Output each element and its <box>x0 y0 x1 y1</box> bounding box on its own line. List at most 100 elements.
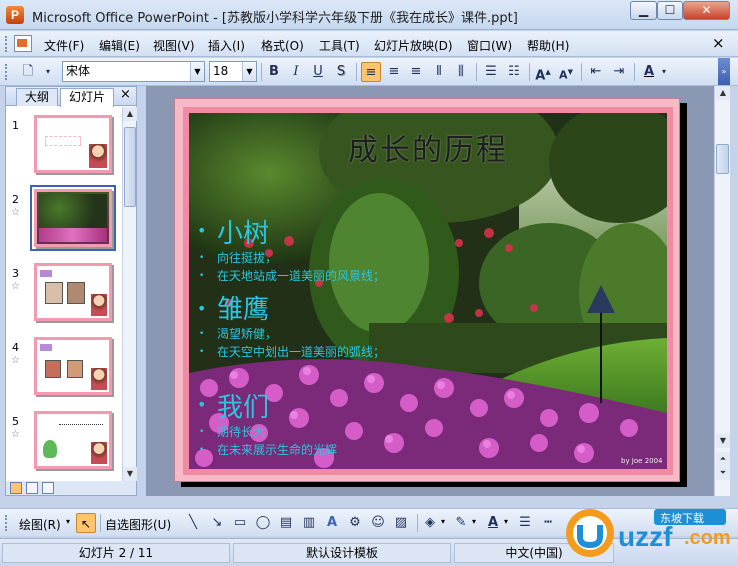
wordart-icon[interactable]: A <box>323 514 341 532</box>
decrease-font-size-icon[interactable]: A▼ <box>556 62 576 82</box>
slide-vertical-scrollbar[interactable]: ▲ ▼ ⏶ ⏷ <box>714 86 730 496</box>
fill-color-icon[interactable]: ◈ <box>421 514 439 532</box>
close-window-button[interactable]: ✕ <box>683 1 730 20</box>
text-shadow-button[interactable]: S <box>331 62 351 82</box>
thumb-number: 3 <box>12 267 19 280</box>
underline-button[interactable]: U <box>308 62 328 82</box>
scrollbar-thumb[interactable] <box>124 127 136 207</box>
menu-format[interactable]: 格式(O) <box>261 37 304 54</box>
distribute-icon[interactable]: ⫼ <box>451 62 471 82</box>
vertical-textbox-icon[interactable]: ▥ <box>300 514 318 532</box>
maximize-button[interactable]: ☐ <box>657 1 683 20</box>
thumb-flowers <box>39 228 107 242</box>
increase-indent-icon[interactable]: ⇥ <box>609 62 629 82</box>
dropdown-arrow-icon[interactable]: ▾ <box>659 62 669 82</box>
slide-thumbnail-4[interactable] <box>34 337 112 395</box>
scrollbar-thumb[interactable] <box>716 144 729 174</box>
draw-menu-button[interactable]: 绘图(R) <box>19 516 61 533</box>
normal-view-icon[interactable] <box>10 482 22 494</box>
bullet-heading[interactable]: 小树 <box>217 213 269 250</box>
tab-slides[interactable]: 幻灯片 <box>60 88 114 107</box>
slideshow-view-icon[interactable] <box>42 482 54 494</box>
bullets-icon[interactable]: ☷ <box>504 62 524 82</box>
scroll-up-icon[interactable]: ▲ <box>716 86 730 100</box>
bullet-text[interactable]: 在天地站成一道美丽的风景线； <box>217 267 385 284</box>
toolbar-grip-handle[interactable] <box>5 64 8 80</box>
slide-edit-area: 成长的历程 • 小树 • 向往挺拔， • 在天地站成一道美丽的风景线； • 雏鹰… <box>146 86 714 496</box>
numbering-icon[interactable]: ☰ <box>481 62 501 82</box>
text-direction-icon[interactable]: ⫴ <box>429 62 449 82</box>
slide-title[interactable]: 成长的历程 <box>189 125 667 169</box>
picture-icon[interactable]: ▨ <box>392 514 410 532</box>
line-color-icon[interactable]: ✎ <box>452 514 470 532</box>
font-size-select[interactable]: 18 ▼ <box>209 61 257 82</box>
textbox-icon[interactable]: ▤ <box>277 514 295 532</box>
menu-tools[interactable]: 工具(T) <box>319 37 360 54</box>
next-slide-icon[interactable]: ⏷ <box>716 466 730 480</box>
bullet-text[interactable]: 向往挺拔， <box>217 249 277 266</box>
slide-sorter-view-icon[interactable] <box>26 482 38 494</box>
bullet-heading[interactable]: 我们 <box>217 387 269 424</box>
menu-insert[interactable]: 插入(I) <box>208 37 245 54</box>
menu-view[interactable]: 视图(V) <box>153 37 195 54</box>
scroll-down-icon[interactable]: ▼ <box>716 434 730 448</box>
menu-help[interactable]: 帮助(H) <box>527 37 569 54</box>
design-template-name[interactable]: 默认设计模板 <box>233 543 451 563</box>
select-objects-icon[interactable]: ↖ <box>76 513 96 533</box>
chevron-down-icon[interactable]: ▼ <box>242 62 256 81</box>
align-center-icon[interactable]: ≡ <box>384 62 404 82</box>
close-panel-icon[interactable]: × <box>120 87 131 102</box>
powerpoint-app-icon[interactable]: P <box>6 6 24 24</box>
toolbar-options-chevron-icon[interactable]: » <box>718 58 730 85</box>
dropdown-arrow-icon[interactable]: ▾ <box>472 517 476 526</box>
bold-button[interactable]: B <box>264 62 284 82</box>
thumbnails-scrollbar[interactable]: ▲ ▼ <box>122 107 137 481</box>
oval-icon[interactable]: ◯ <box>254 514 272 532</box>
bullet-text[interactable]: 渴望矫健， <box>217 325 277 342</box>
toolbar-grip-handle[interactable] <box>5 515 8 531</box>
minimize-button[interactable]: ▁ <box>630 1 657 20</box>
autoshapes-menu-button[interactable]: 自选图形(U) <box>105 516 171 533</box>
scroll-up-icon[interactable]: ▲ <box>123 107 137 121</box>
current-slide[interactable]: 成长的历程 • 小树 • 向往挺拔， • 在天地站成一道美丽的风景线； • 雏鹰… <box>174 98 680 482</box>
menu-window[interactable]: 窗口(W) <box>467 37 512 54</box>
dropdown-arrow-icon[interactable]: ▾ <box>38 62 58 82</box>
align-left-icon[interactable]: ≡ <box>361 62 381 82</box>
clipart-icon[interactable]: ☺ <box>369 514 387 532</box>
diagram-icon[interactable]: ⚙ <box>346 514 364 532</box>
dropdown-arrow-icon[interactable]: ▾ <box>441 517 445 526</box>
slide-thumbnail-1[interactable] <box>34 115 112 173</box>
slide-thumbnail-3[interactable] <box>34 263 112 321</box>
menu-slideshow[interactable]: 幻灯片放映(D) <box>374 37 453 54</box>
menu-file[interactable]: 文件(F) <box>44 37 84 54</box>
bullet-heading[interactable]: 雏鹰 <box>217 289 269 326</box>
increase-font-size-icon[interactable]: A▲ <box>533 62 553 83</box>
scroll-down-icon[interactable]: ▼ <box>123 467 137 481</box>
decrease-indent-icon[interactable]: ⇤ <box>586 62 606 82</box>
line-icon[interactable]: ╲ <box>184 514 202 532</box>
document-icon[interactable] <box>14 35 32 52</box>
chevron-down-icon[interactable]: ▼ <box>190 62 204 81</box>
bullet-text[interactable]: 期待长大 <box>217 423 265 440</box>
bullet-text[interactable]: 在天空中划出一道美丽的弧线； <box>217 343 385 360</box>
dropdown-arrow-icon[interactable]: ▾ <box>66 517 70 526</box>
tab-outline[interactable]: 大纲 <box>16 88 58 106</box>
arrow-icon[interactable]: ↘ <box>208 514 226 532</box>
font-color-icon[interactable]: A <box>484 514 502 532</box>
dash-style-icon[interactable]: ┅ <box>539 514 557 532</box>
font-color-button[interactable]: A <box>639 62 659 82</box>
italic-button[interactable]: I <box>286 62 306 82</box>
menu-grip-handle[interactable] <box>5 36 8 52</box>
menu-edit[interactable]: 编辑(E) <box>99 37 140 54</box>
new-document-icon[interactable]: 🗋 <box>18 62 38 82</box>
close-document-icon[interactable]: × <box>712 34 725 52</box>
previous-slide-icon[interactable]: ⏶ <box>716 452 730 466</box>
dropdown-arrow-icon[interactable]: ▾ <box>504 517 508 526</box>
line-style-icon[interactable]: ☰ <box>516 514 534 532</box>
slide-thumbnail-5[interactable] <box>34 411 112 469</box>
bullet-text[interactable]: 在未来展示生命的光辉 <box>217 441 337 458</box>
align-right-icon[interactable]: ≡ <box>406 62 426 82</box>
font-name-select[interactable]: 宋体 ▼ <box>62 61 205 82</box>
rectangle-icon[interactable]: ▭ <box>231 514 249 532</box>
slide-thumbnail-2[interactable] <box>30 185 116 251</box>
